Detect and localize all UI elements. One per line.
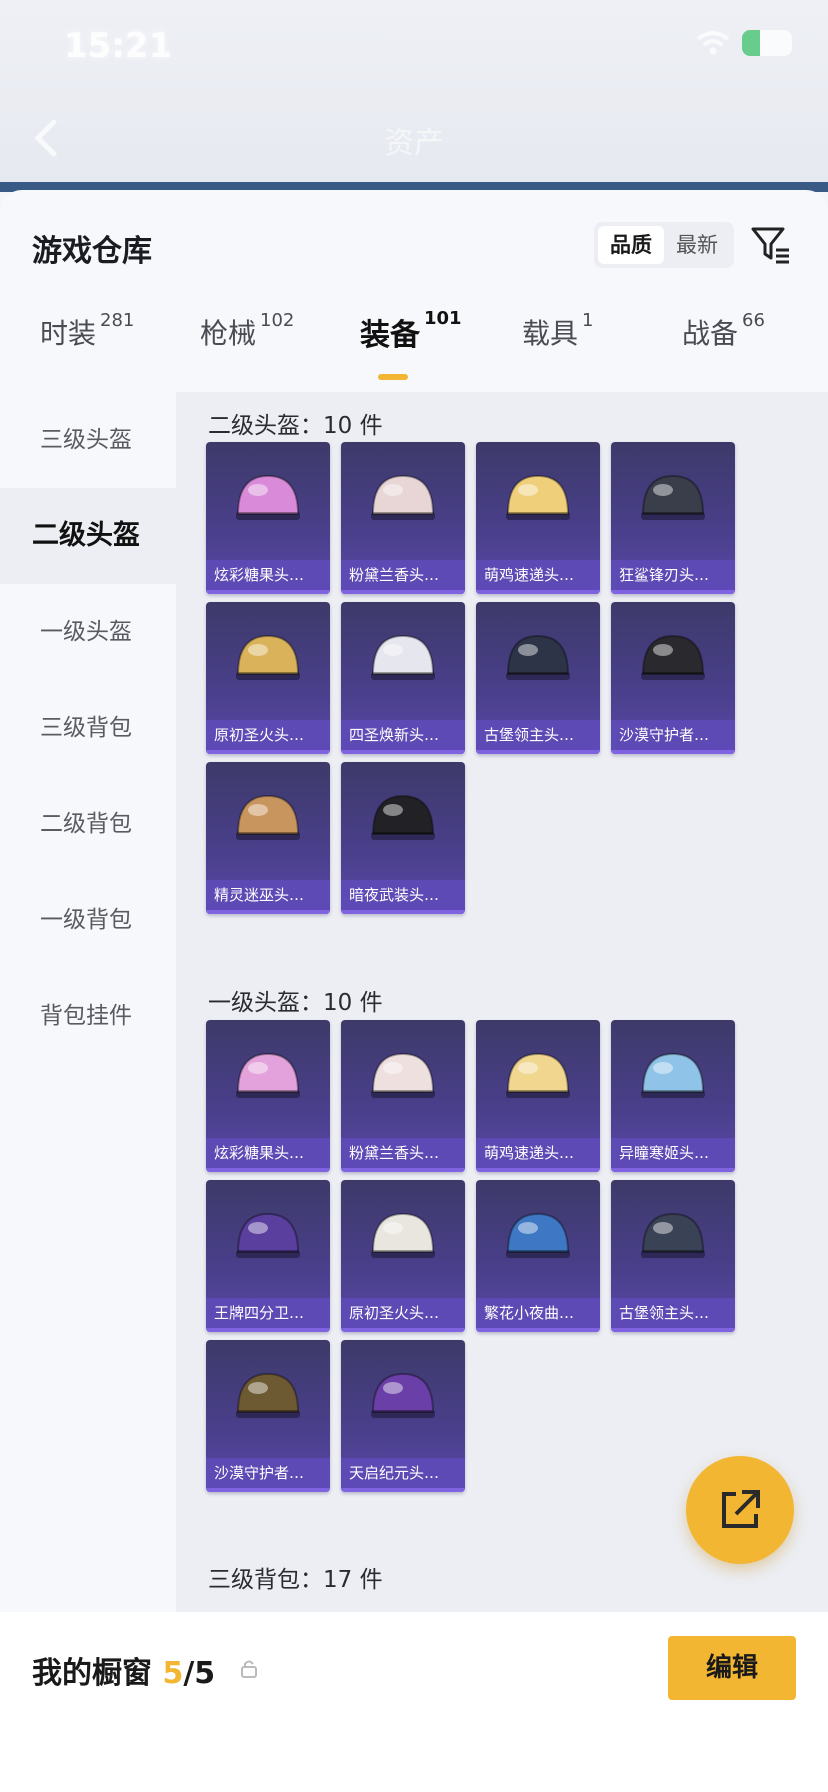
item-label: 沙漠守护者… <box>206 1458 330 1488</box>
item-grid-area: 二级头盔：10 件 一级头盔：10 件 三级背包：17 件 炫彩糖果头… 粉黛兰香… <box>176 392 828 1612</box>
section-title: 二级头盔：10 件 <box>208 413 383 439</box>
helmet-icon <box>641 634 705 680</box>
section-title: 一级头盔：10 件 <box>208 990 383 1016</box>
helmet-icon <box>236 634 300 680</box>
item-label: 古堡领主头… <box>476 720 600 750</box>
item-label: 原初圣火头… <box>341 1298 465 1328</box>
item-label: 精灵迷巫头… <box>206 880 330 910</box>
item-card[interactable]: 狂鲨锋刃头… <box>611 442 735 594</box>
item-card[interactable]: 暗夜武装头… <box>341 762 465 914</box>
item-label: 粉黛兰香头… <box>341 560 465 590</box>
item-label: 四圣焕新头… <box>341 720 465 750</box>
sidebar-item-level1-helmet[interactable]: 一级头盔 <box>0 584 176 680</box>
helmet-icon <box>371 634 435 680</box>
item-label: 沙漠守护者… <box>611 720 735 750</box>
helmet-icon <box>506 1052 570 1098</box>
item-card[interactable]: 萌鸡速递头… <box>476 1020 600 1172</box>
filter-icon[interactable] <box>750 224 792 266</box>
sidebar-item-level2-helmet[interactable]: 二级头盔 <box>0 488 176 584</box>
helmet-icon <box>641 474 705 520</box>
helmet-icon <box>371 794 435 840</box>
helmet-icon <box>236 794 300 840</box>
showcase-count-total: /5 <box>183 1656 216 1691</box>
showcase-label: 我的橱窗 5/5 <box>32 1656 216 1691</box>
bottom-bar: 我的橱窗 5/5 编辑 <box>0 1612 828 1792</box>
item-label: 古堡领主头… <box>611 1298 735 1328</box>
tab-gear[interactable]: 战备 66 <box>682 310 765 352</box>
helmet-icon <box>506 634 570 680</box>
sidebar-item-backpack-charm[interactable]: 背包挂件 <box>0 968 176 1064</box>
item-card[interactable]: 古堡领主头… <box>611 1180 735 1332</box>
sidebar-item-level2-backpack[interactable]: 二级背包 <box>0 776 176 872</box>
tab-fashion[interactable]: 时装 281 <box>40 310 134 352</box>
helmet-icon <box>506 474 570 520</box>
item-card[interactable]: 异瞳寒姬头… <box>611 1020 735 1172</box>
item-card[interactable]: 沙漠守护者… <box>206 1340 330 1492</box>
item-card[interactable]: 王牌四分卫… <box>206 1180 330 1332</box>
tab-vehicles[interactable]: 载具 1 <box>522 310 593 352</box>
helmet-icon <box>236 474 300 520</box>
category-tabs: 时装 281 枪械 102 装备 101 载具 1 战备 66 <box>0 308 828 372</box>
share-button[interactable] <box>686 1456 794 1564</box>
item-label: 原初圣火头… <box>206 720 330 750</box>
helmet-icon <box>236 1372 300 1418</box>
item-card[interactable]: 繁花小夜曲… <box>476 1180 600 1332</box>
status-time: 15:21 <box>64 26 173 66</box>
item-label: 王牌四分卫… <box>206 1298 330 1328</box>
helmet-icon <box>371 1052 435 1098</box>
item-card[interactable]: 四圣焕新头… <box>341 602 465 754</box>
sidebar: 三级头盔 二级头盔 一级头盔 三级背包 二级背包 一级背包 背包挂件 <box>0 392 176 1064</box>
item-card[interactable]: 沙漠守护者… <box>611 602 735 754</box>
tab-weapons[interactable]: 枪械 102 <box>200 310 294 352</box>
item-label: 粉黛兰香头… <box>341 1138 465 1168</box>
nav-title: 资产 <box>384 126 444 161</box>
warehouse-card: 游戏仓库 品质 最新 时装 281 枪械 102 装备 101 载具 1 战备 66 三级… <box>0 190 828 1792</box>
helmet-icon <box>506 1212 570 1258</box>
edit-button[interactable]: 编辑 <box>668 1636 796 1700</box>
status-icons <box>696 30 792 56</box>
item-label: 狂鲨锋刃头… <box>611 560 735 590</box>
item-card[interactable]: 粉黛兰香头… <box>341 1020 465 1172</box>
page-title: 游戏仓库 <box>32 234 152 269</box>
helmet-icon <box>371 1372 435 1418</box>
item-label: 暗夜武装头… <box>341 880 465 910</box>
item-card[interactable]: 原初圣火头… <box>341 1180 465 1332</box>
item-card[interactable]: 炫彩糖果头… <box>206 442 330 594</box>
active-tab-indicator <box>378 374 408 380</box>
item-label: 异瞳寒姬头… <box>611 1138 735 1168</box>
sort-switch: 品质 最新 <box>594 222 734 268</box>
item-label: 天启纪元头… <box>341 1458 465 1488</box>
showcase-count-current: 5 <box>162 1656 184 1691</box>
sidebar-item-level1-backpack[interactable]: 一级背包 <box>0 872 176 968</box>
item-card[interactable]: 古堡领主头… <box>476 602 600 754</box>
sidebar-item-level3-helmet[interactable]: 三级头盔 <box>0 392 176 488</box>
item-card[interactable]: 天启纪元头… <box>341 1340 465 1492</box>
helmet-icon <box>236 1052 300 1098</box>
item-card[interactable]: 萌鸡速递头… <box>476 442 600 594</box>
item-card[interactable]: 粉黛兰香头… <box>341 442 465 594</box>
wifi-icon <box>696 31 730 55</box>
background-header: 15:21 资产 <box>0 0 828 192</box>
lock-icon <box>241 1660 257 1678</box>
sort-quality-button[interactable]: 品质 <box>598 226 664 264</box>
tab-equipment[interactable]: 装备 101 <box>360 308 462 354</box>
share-icon <box>722 1490 760 1528</box>
sidebar-item-level3-backpack[interactable]: 三级背包 <box>0 680 176 776</box>
battery-icon <box>742 30 792 56</box>
item-card[interactable]: 精灵迷巫头… <box>206 762 330 914</box>
item-card[interactable]: 炫彩糖果头… <box>206 1020 330 1172</box>
section-title: 三级背包：17 件 <box>208 1567 383 1593</box>
item-label: 萌鸡速递头… <box>476 560 600 590</box>
item-label: 炫彩糖果头… <box>206 560 330 590</box>
item-label: 炫彩糖果头… <box>206 1138 330 1168</box>
sort-latest-button[interactable]: 最新 <box>664 226 730 264</box>
helmet-icon <box>371 474 435 520</box>
item-label: 萌鸡速递头… <box>476 1138 600 1168</box>
item-label: 繁花小夜曲… <box>476 1298 600 1328</box>
helmet-icon <box>236 1212 300 1258</box>
helmet-icon <box>641 1212 705 1258</box>
helmet-icon <box>371 1212 435 1258</box>
helmet-icon <box>641 1052 705 1098</box>
item-card[interactable]: 原初圣火头… <box>206 602 330 754</box>
